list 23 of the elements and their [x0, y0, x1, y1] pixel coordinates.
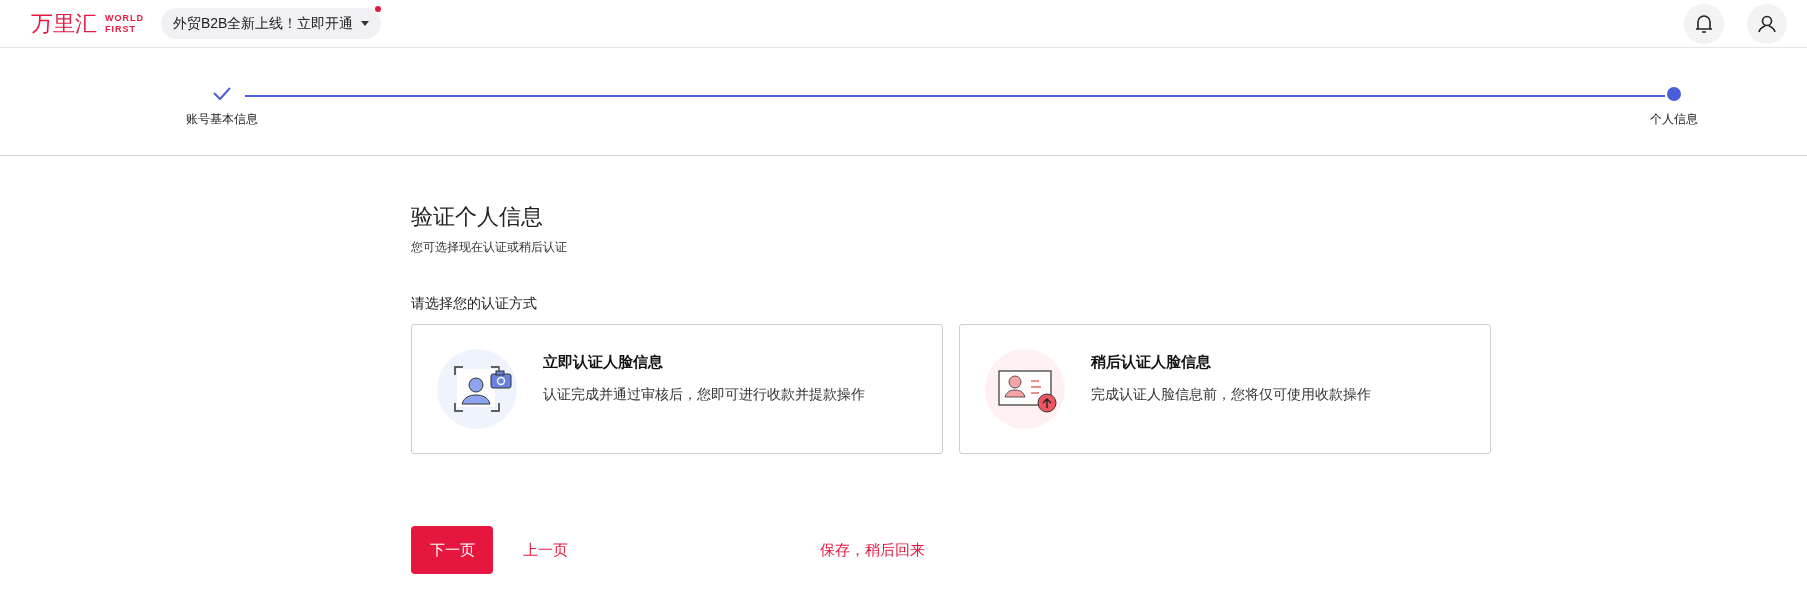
- section-label: 请选择您的认证方式: [411, 294, 538, 313]
- face-scan-camera-icon: [437, 349, 517, 429]
- page-subtitle: 您可选择现在认证或稍后认证: [411, 239, 568, 256]
- caret-icon: [361, 21, 370, 26]
- logo-text: 万里汇: [31, 12, 97, 35]
- notification-bell-icon[interactable]: [1684, 3, 1724, 44]
- verification-option-card[interactable]: 立即认证人脸信息 认证完成并通过审核后，您即可进行收款并提款操作: [411, 324, 943, 454]
- option-title: 立即认证人脸信息: [543, 352, 664, 372]
- logo-subtext: FIRST: [105, 24, 137, 34]
- save-and-return-link[interactable]: 保存，稍后回来: [820, 538, 925, 562]
- promo-dropdown[interactable]: 外贸B2B全新上线！立即开通: [161, 8, 382, 39]
- user-icon[interactable]: [1747, 3, 1787, 44]
- option-title: 稍后认证人脸信息: [1091, 352, 1212, 372]
- page-title: 验证个人信息: [411, 203, 544, 231]
- logo-subtext: WORLD: [105, 13, 144, 23]
- option-description: 完成认证人脸信息前，您将仅可使用收款操作: [1091, 384, 1371, 404]
- option-description: 认证完成并通过审核后，您即可进行收款并提款操作: [543, 384, 865, 404]
- step-label: 账号基本信息: [186, 111, 258, 128]
- id-card-upload-icon: [985, 349, 1065, 429]
- step-label: 个人信息: [1650, 111, 1698, 128]
- previous-page-link[interactable]: 上一页: [523, 538, 568, 562]
- next-page-button[interactable]: 下一页: [411, 526, 493, 574]
- verification-option-card[interactable]: 稍后认证人脸信息 完成认证人脸信息前，您将仅可使用收款操作: [959, 324, 1491, 454]
